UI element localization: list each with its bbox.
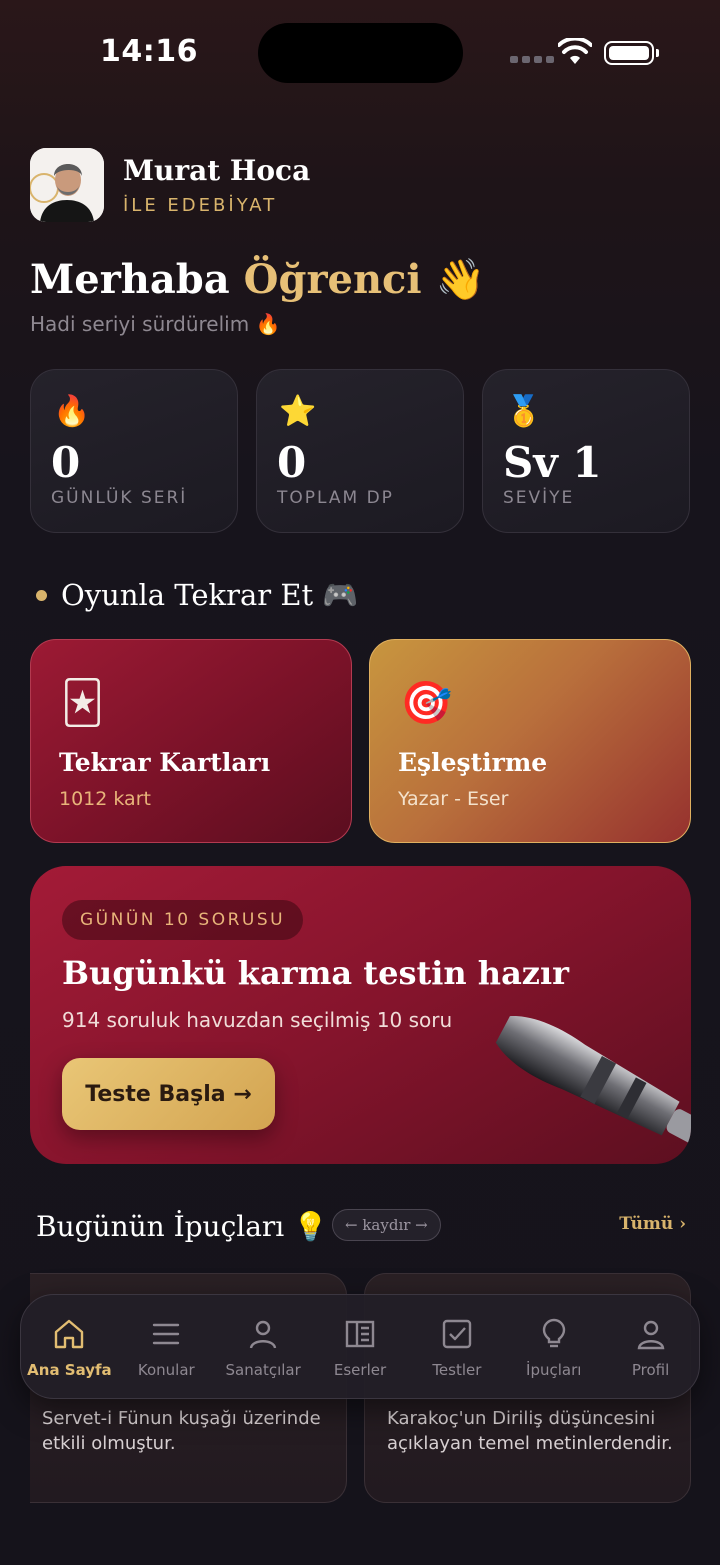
nav-item-home[interactable]: Ana Sayfa	[21, 1295, 118, 1398]
status-time: 14:16	[100, 34, 198, 69]
greeting-title: Merhaba Öğrenci 👋	[30, 256, 485, 303]
bullet-dot	[36, 590, 47, 601]
battery-icon	[604, 41, 659, 65]
start-test-button[interactable]: Teste Başla →	[62, 1058, 275, 1130]
lightbulb-icon	[542, 1318, 565, 1348]
nav-label: Ana Sayfa	[27, 1361, 112, 1379]
cellular-signal-icon	[510, 56, 554, 63]
nav-item-topics[interactable]: Konular	[118, 1295, 215, 1398]
profile-icon	[637, 1320, 664, 1350]
greeting-subtitle: Hadi seriyi sürdürelim 🔥	[30, 312, 281, 336]
nav-item-artists[interactable]: Sanatçılar	[215, 1295, 312, 1398]
wifi-icon	[558, 38, 592, 64]
brand-name: Murat Hoca	[123, 154, 311, 187]
stat-label: SEVİYE	[503, 488, 575, 508]
person-icon	[249, 1320, 277, 1349]
tip-text: Servet-i Fünun kuşağı üzerinde etkili ol…	[42, 1408, 321, 1454]
brand-subtitle: İLE EDEBİYAT	[123, 195, 278, 216]
wave-emoji: 👋	[435, 256, 486, 303]
checkbox-icon	[442, 1319, 472, 1349]
swipe-hint: ← kaydır →	[332, 1209, 441, 1241]
fire-icon: 🔥	[53, 394, 91, 429]
quiz-badge: GÜNÜN 10 SORUSU	[62, 900, 304, 940]
tip-text: Karakoç'un Diriliş düşüncesini açıklayan…	[387, 1408, 673, 1454]
greeting-prefix: Merhaba	[30, 256, 230, 303]
stat-label: TOPLAM DP	[277, 488, 394, 508]
list-icon	[153, 1323, 180, 1345]
games-section-title: Oyunla Tekrar Et 🎮	[36, 578, 359, 613]
nav-label: Konular	[137, 1361, 195, 1379]
nav-label: İpuçları	[526, 1361, 582, 1379]
game-card-flashcards[interactable]: 🃏 Tekrar Kartları 1012 kart	[30, 639, 352, 843]
nav-item-tests[interactable]: Testler	[408, 1295, 505, 1398]
stat-value: Sv 1	[503, 438, 602, 487]
tips-title: Bugünün İpuçları 💡	[36, 1210, 329, 1243]
star-icon: ⭐	[279, 394, 317, 429]
stat-value: 0	[277, 438, 307, 487]
quiz-subtitle: 914 soruluk havuzdan seçilmiş 10 soru	[62, 1008, 453, 1032]
stats-row: 🔥 0 GÜNLÜK SERİ ⭐ 0 TOPLAM DP 🥇 Sv 1 SEV…	[30, 369, 690, 533]
home-icon	[55, 1319, 84, 1349]
game-card-subtitle: Yazar - Eser	[398, 788, 509, 810]
game-card-title: Eşleştirme	[398, 748, 548, 777]
game-card-subtitle: 1012 kart	[59, 788, 151, 810]
games-section-label: Oyunla Tekrar Et 🎮	[61, 578, 359, 612]
avatar[interactable]	[30, 148, 104, 222]
target-icon: 🎯	[400, 678, 453, 727]
brand-header: Murat Hoca İLE EDEBİYAT	[30, 148, 310, 222]
tips-header: Bugünün İpuçları 💡 ← kaydır → Tümü ›	[36, 1206, 686, 1250]
pen-illustration-icon	[495, 1016, 691, 1147]
see-all-link[interactable]: Tümü ›	[619, 1214, 686, 1234]
joker-card-icon: 🃏	[61, 678, 104, 727]
game-card-matching[interactable]: 🎯 Eşleştirme Yazar - Eser	[369, 639, 691, 843]
book-icon	[345, 1320, 375, 1348]
stat-card-streak[interactable]: 🔥 0 GÜNLÜK SERİ	[30, 369, 238, 533]
nav-item-profile[interactable]: Profil	[602, 1295, 699, 1398]
nav-label: Sanatçılar	[225, 1361, 301, 1379]
quiz-title: Bugünkü karma testin hazır	[62, 954, 569, 992]
stat-card-level[interactable]: 🥇 Sv 1 SEVİYE	[482, 369, 690, 533]
stat-label: GÜNLÜK SERİ	[51, 488, 188, 508]
greeting-name: Öğrenci	[243, 256, 422, 303]
bottom-nav: Ana Sayfa Konular Sanatçılar Eserler Tes…	[20, 1294, 700, 1399]
nav-label: Profil	[631, 1361, 670, 1379]
status-bar: 14:16	[0, 0, 720, 100]
medal-icon: 🥇	[505, 394, 543, 429]
stat-value: 0	[51, 438, 81, 487]
nav-label: Testler	[432, 1361, 482, 1379]
nav-label: Eserler	[333, 1361, 387, 1379]
game-card-title: Tekrar Kartları	[59, 748, 271, 777]
nav-item-works[interactable]: Eserler	[312, 1295, 409, 1398]
nav-item-tips[interactable]: İpuçları	[505, 1295, 602, 1398]
daily-quiz-banner: GÜNÜN 10 SORUSU Bugünkü karma testin haz…	[30, 866, 691, 1164]
stat-card-points[interactable]: ⭐ 0 TOPLAM DP	[256, 369, 464, 533]
dynamic-island	[258, 23, 463, 83]
